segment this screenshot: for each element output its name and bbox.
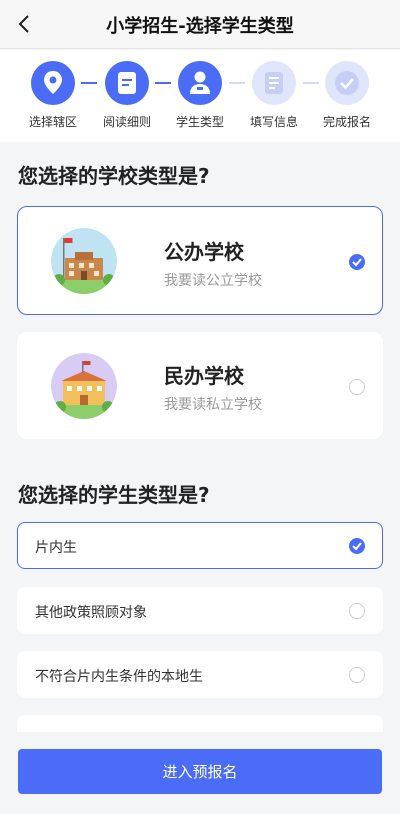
step-label: 阅读细则 xyxy=(102,115,151,129)
step-student-type: 学生类型 xyxy=(167,61,233,130)
student-icon xyxy=(190,71,210,94)
school-name: 公办学校 xyxy=(164,240,244,264)
student-type-label: 片内生 xyxy=(35,540,77,556)
student-type-heading: 您选择的学生类型是? xyxy=(18,483,210,507)
step-read-rules: 阅读细则 xyxy=(94,61,160,130)
step-label: 完成报名 xyxy=(322,115,371,129)
step-label: 选择辖区 xyxy=(28,115,77,129)
check-circle-icon xyxy=(335,71,359,95)
student-type-label: 其他政策照顾对象 xyxy=(35,605,147,621)
checkmark-icon xyxy=(352,258,362,267)
school-option-private[interactable]: 民办学校 我要读私立学校 xyxy=(17,332,383,439)
step-complete: 完成报名 xyxy=(314,61,380,130)
progress-steps: 选择辖区 阅读细则 学生类型 填写信息 完成报名 xyxy=(0,50,400,142)
checkmark-icon xyxy=(352,542,362,551)
location-icon xyxy=(44,71,62,94)
bottom-action-bar: 进入预报名 xyxy=(0,732,400,814)
pre-register-button[interactable]: 进入预报名 xyxy=(18,749,382,794)
school-name: 民办学校 xyxy=(164,364,244,388)
radio-unchecked[interactable] xyxy=(349,603,365,619)
radio-unchecked[interactable] xyxy=(349,667,365,683)
document-icon xyxy=(118,72,136,94)
form-icon xyxy=(265,72,283,94)
step-label: 填写信息 xyxy=(249,115,298,129)
step-fill-info: 填写信息 xyxy=(241,61,307,130)
student-type-label: 不符合片内生条件的本地生 xyxy=(35,669,203,685)
radio-checked[interactable] xyxy=(349,538,365,554)
public-school-image xyxy=(51,228,117,294)
student-type-option[interactable]: 其他政策照顾对象 xyxy=(17,587,383,634)
radio-checked[interactable] xyxy=(349,254,365,270)
school-desc: 我要读公立学校 xyxy=(164,273,262,289)
page-title: 小学招生-选择学生类型 xyxy=(106,16,294,37)
student-type-option[interactable]: 不符合片内生条件的本地生 xyxy=(17,651,383,698)
top-nav-bar: 小学招生-选择学生类型 xyxy=(0,0,400,49)
school-option-public[interactable]: 公办学校 我要读公立学校 xyxy=(17,206,383,315)
private-school-image xyxy=(51,353,117,419)
radio-unchecked[interactable] xyxy=(349,379,365,395)
step-select-district: 选择辖区 xyxy=(20,61,86,130)
student-type-option[interactable]: 片内生 xyxy=(17,522,383,569)
school-desc: 我要读私立学校 xyxy=(164,397,262,413)
step-label: 学生类型 xyxy=(175,115,224,129)
school-type-heading: 您选择的学校类型是? xyxy=(18,164,210,188)
